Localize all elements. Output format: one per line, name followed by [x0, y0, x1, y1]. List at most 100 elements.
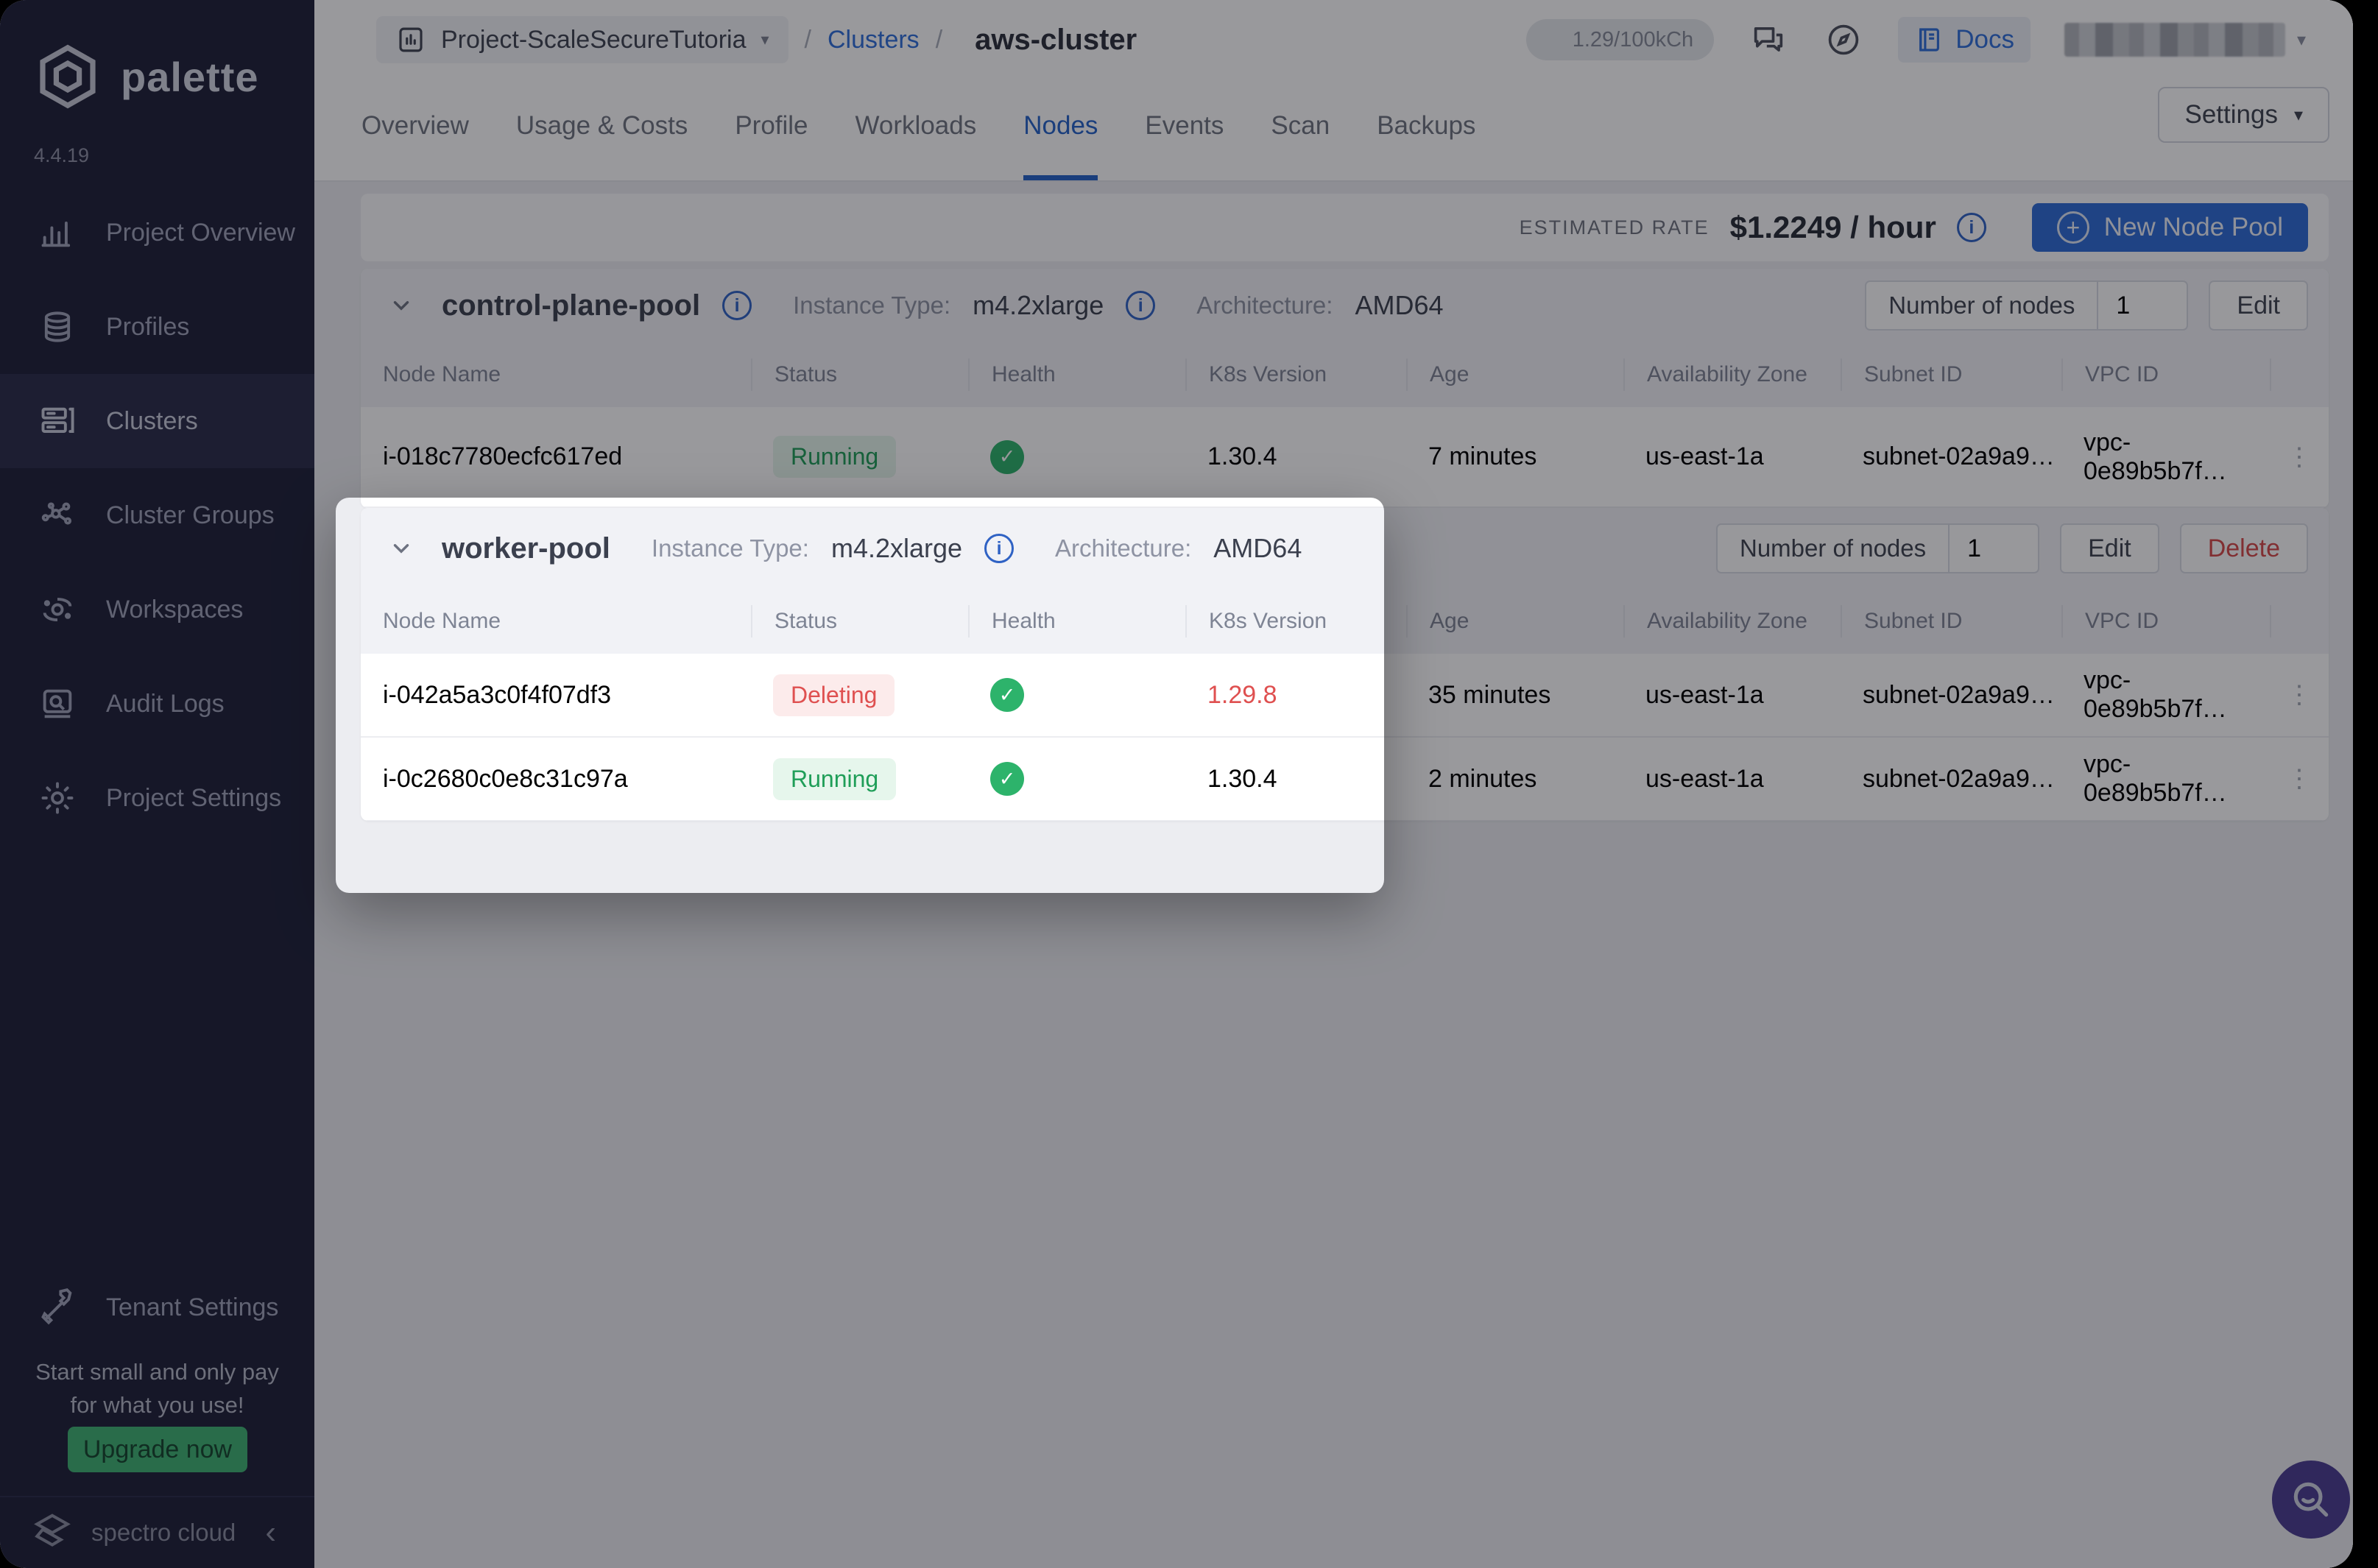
- sidebar-item-audit-logs[interactable]: Audit Logs: [0, 657, 314, 751]
- info-icon[interactable]: i: [722, 291, 752, 320]
- info-icon[interactable]: i: [984, 534, 1014, 563]
- sidebar-footer: spectro cloud ‹: [0, 1496, 314, 1568]
- app-version: 4.4.19: [34, 144, 89, 167]
- col-status: Status: [751, 359, 968, 391]
- tab-workloads[interactable]: Workloads: [855, 72, 977, 180]
- tab-overview[interactable]: Overview: [361, 72, 469, 180]
- audit-log-icon: [38, 685, 77, 723]
- tab-profile[interactable]: Profile: [735, 72, 808, 180]
- sidebar: palette 4.4.19 Project Overview Profiles…: [0, 0, 314, 1568]
- feedback-chat-button[interactable]: [1748, 19, 1789, 60]
- sidebar-item-tenant-settings[interactable]: Tenant Settings: [0, 1260, 314, 1355]
- settings-label: Settings: [2184, 100, 2277, 130]
- chevron-down-icon[interactable]: [389, 293, 414, 318]
- sidebar-tenant: Tenant Settings: [0, 1260, 314, 1355]
- guided-tour-button[interactable]: [1823, 19, 1864, 60]
- chevron-down-icon[interactable]: [389, 536, 414, 561]
- tools-icon: [38, 1288, 77, 1327]
- number-of-nodes-input[interactable]: 1: [1950, 525, 2038, 572]
- tab-backups[interactable]: Backups: [1377, 72, 1475, 180]
- promo-line-1: Start small and only pay: [0, 1356, 314, 1389]
- edit-pool-button[interactable]: Edit: [2209, 280, 2308, 331]
- pool-actions: Number of nodes 1 Edit Delete: [1716, 523, 2308, 573]
- sidebar-item-profiles[interactable]: Profiles: [0, 280, 314, 374]
- app-window: palette 4.4.19 Project Overview Profiles…: [0, 0, 2353, 1568]
- sidebar-item-clusters[interactable]: Clusters: [0, 374, 314, 468]
- col-status: Status: [751, 605, 968, 638]
- row-menu-kebab-icon[interactable]: ⋮: [2270, 764, 2329, 794]
- pool-name: control-plane-pool: [442, 289, 700, 322]
- sidebar-item-project-settings[interactable]: Project Settings: [0, 751, 314, 845]
- sidebar-item-label: Project Settings: [106, 784, 281, 813]
- search-assistant-button[interactable]: [2272, 1461, 2350, 1539]
- breadcrumb-separator: /: [805, 26, 811, 54]
- status-badge: Running: [773, 436, 896, 478]
- estimated-rate-label: ESTIMATED RATE: [1520, 216, 1710, 239]
- credits-usage-badge: 1.29/100kCh: [1526, 19, 1714, 60]
- orbit-icon: [38, 590, 77, 629]
- col-vpc-id: VPC ID: [2061, 359, 2270, 391]
- compass-icon: [1824, 21, 1863, 59]
- k8s-version: 1.30.4: [1185, 765, 1406, 794]
- sidebar-item-label: Tenant Settings: [106, 1293, 278, 1322]
- control-plane-pool-card: control-plane-pool i Instance Type: m4.2…: [361, 269, 2329, 508]
- project-selector[interactable]: Project-ScaleSecureTutoria ▾: [376, 16, 788, 63]
- health-check-icon: ✓: [990, 440, 1024, 474]
- tab-usage-costs[interactable]: Usage & Costs: [516, 72, 688, 180]
- plus-circle-icon: +: [2057, 211, 2089, 244]
- pool-name: worker-pool: [442, 532, 610, 565]
- server-icon: [38, 402, 77, 440]
- table-row: i-018c7780ecfc617ed Running ✓ 1.30.4 7 m…: [361, 407, 2329, 508]
- instance-type-value: m4.2xlarge: [973, 290, 1104, 321]
- pool-actions: Number of nodes 1 Edit: [1865, 280, 2308, 331]
- breadcrumb-project: Project-ScaleSecureTutoria: [441, 26, 746, 54]
- vpc-id: vpc-0e89b5b7f…: [2061, 750, 2270, 808]
- edit-pool-button[interactable]: Edit: [2060, 523, 2159, 573]
- tab-events[interactable]: Events: [1145, 72, 1224, 180]
- info-icon[interactable]: i: [1126, 291, 1155, 320]
- tab-scan[interactable]: Scan: [1271, 72, 1330, 180]
- settings-button[interactable]: Settings ▾: [2158, 87, 2329, 143]
- sidebar-collapse-chevron-icon[interactable]: ‹: [265, 1516, 276, 1549]
- sidebar-item-label: Project Overview: [106, 219, 295, 247]
- instance-type-label: Instance Type:: [793, 292, 950, 319]
- breadcrumb-cluster-name: aws-cluster: [975, 24, 1137, 57]
- number-of-nodes-control: Number of nodes 1: [1865, 280, 2188, 331]
- worker-pool-card: worker-pool Instance Type: m4.2xlarge i …: [361, 508, 2329, 821]
- docs-button[interactable]: Docs: [1898, 17, 2031, 63]
- breadcrumb-separator: /: [936, 26, 942, 54]
- number-of-nodes-control: Number of nodes 1: [1716, 523, 2039, 573]
- col-health: Health: [968, 605, 1185, 638]
- node-name: i-018c7780ecfc617ed: [361, 442, 751, 471]
- node-age: 2 minutes: [1406, 765, 1623, 794]
- delete-pool-button[interactable]: Delete: [2180, 523, 2308, 573]
- brand-name: palette: [121, 53, 259, 101]
- number-of-nodes-input[interactable]: 1: [2098, 282, 2187, 329]
- sidebar-item-workspaces[interactable]: Workspaces: [0, 562, 314, 657]
- health-check-icon: ✓: [990, 678, 1024, 712]
- chevron-down-icon: ▾: [761, 30, 769, 49]
- row-menu-kebab-icon[interactable]: ⋮: [2270, 442, 2329, 472]
- brand-logo: palette: [32, 41, 259, 112]
- architecture-value: AMD64: [1213, 533, 1302, 564]
- col-node-name: Node Name: [361, 359, 751, 391]
- sidebar-item-project-overview[interactable]: Project Overview: [0, 186, 314, 280]
- sidebar-item-label: Cluster Groups: [106, 501, 275, 530]
- col-k8s-version: K8s Version: [1185, 359, 1406, 391]
- user-menu[interactable]: ▾: [2064, 23, 2306, 57]
- footer-brand: spectro cloud: [91, 1519, 249, 1547]
- row-menu-kebab-icon[interactable]: ⋮: [2270, 680, 2329, 710]
- status-badge: Deleting: [773, 674, 895, 716]
- upgrade-now-button[interactable]: Upgrade now: [68, 1427, 247, 1472]
- architecture-label: Architecture:: [1196, 292, 1333, 319]
- k8s-version: 1.30.4: [1185, 442, 1406, 471]
- breadcrumb-clusters-link[interactable]: Clusters: [828, 26, 920, 54]
- health-check-icon: ✓: [990, 762, 1024, 796]
- new-node-pool-button[interactable]: + New Node Pool: [2032, 203, 2308, 252]
- col-health: Health: [968, 359, 1185, 391]
- tab-nodes[interactable]: Nodes: [1023, 72, 1098, 180]
- info-icon[interactable]: i: [1957, 213, 1986, 242]
- sidebar-item-cluster-groups[interactable]: Cluster Groups: [0, 468, 314, 562]
- upgrade-promo-text: Start small and only pay for what you us…: [0, 1356, 314, 1422]
- instance-type-value: m4.2xlarge: [831, 533, 962, 564]
